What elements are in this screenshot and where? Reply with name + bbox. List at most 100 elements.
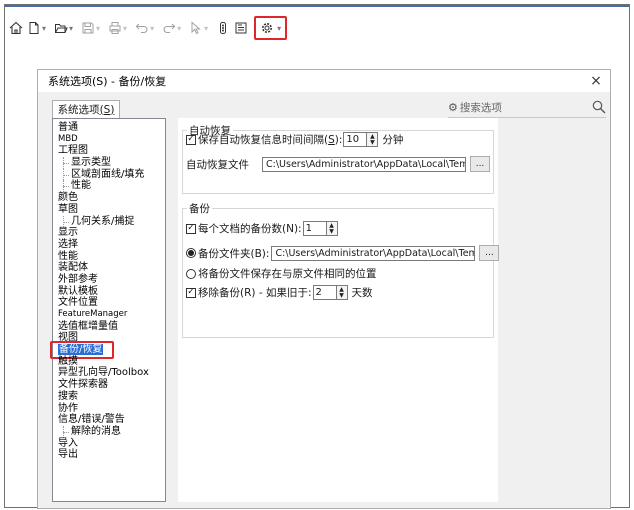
- backup-remove-row: ✓ 移除备份(R) - 如果旧于: 2 ▲ ▼ 天数: [186, 285, 373, 300]
- tree-item-label: 区域剖面线/填充: [71, 168, 145, 180]
- tree-item-label: MBD: [58, 133, 78, 144]
- tree-item[interactable]: 草图: [53, 204, 165, 216]
- tree-item[interactable]: FeatureManager: [53, 309, 165, 321]
- autorecover-interval-label-end: ):: [334, 133, 343, 146]
- spin-down-icon[interactable]: ▼: [370, 139, 375, 146]
- tree-item[interactable]: 协作: [53, 403, 165, 415]
- tree-item[interactable]: 默认模板: [53, 286, 165, 298]
- tree-item[interactable]: 装配体: [53, 262, 165, 274]
- backup-folder-path[interactable]: C:\Users\Administrator\AppData\Local\Tem…: [271, 245, 476, 261]
- home-button[interactable]: [7, 17, 25, 39]
- spin-down-icon[interactable]: ▼: [329, 228, 334, 235]
- tab-label: 系统选项: [57, 104, 100, 116]
- search-options-box[interactable]: ⚙ 搜索选项: [448, 98, 606, 116]
- tree-item[interactable]: 显示类型: [53, 157, 165, 169]
- autorecover-interval-unit: 分钟: [382, 134, 404, 146]
- redo-button[interactable]: ▾: [160, 17, 187, 39]
- home-icon: [9, 21, 23, 35]
- tree-item[interactable]: 性能: [53, 251, 165, 263]
- select-button[interactable]: ▾: [187, 17, 214, 39]
- chevron-down-icon[interactable]: ▾: [177, 24, 181, 33]
- undo-button[interactable]: ▾: [133, 17, 160, 39]
- tree-item[interactable]: 异型孔向导/Toolbox: [53, 367, 165, 379]
- backup-remove-label: 移除备份(R) - 如果旧于:: [198, 287, 312, 299]
- tree-item[interactable]: 视图: [53, 332, 165, 344]
- tab-system-options[interactable]: 系统选项 (S): [52, 100, 120, 118]
- tree-item[interactable]: 性能: [53, 180, 165, 192]
- backup-folder-radio[interactable]: [186, 248, 196, 258]
- tree-item-label: 默认模板: [58, 285, 98, 297]
- autorecover-interval-stepper[interactable]: 10 ▲ ▼: [343, 132, 379, 147]
- tree-item-label: 性能: [71, 180, 91, 192]
- backup-remove-stepper[interactable]: 2 ▲ ▼: [312, 285, 348, 300]
- backup-remove-value[interactable]: 2: [312, 285, 337, 300]
- backup-remove-checkbox[interactable]: ✓: [186, 287, 196, 298]
- printer-icon: [109, 22, 121, 34]
- spin-buttons[interactable]: ▲ ▼: [326, 221, 338, 236]
- tree-item[interactable]: 外部参考: [53, 274, 165, 286]
- standard-toolbar: ▾ ▾ ▾ ▾ ▾ ▾ ▾ ▾: [5, 15, 629, 41]
- tree-item-label: 协作: [58, 402, 78, 414]
- tree-item[interactable]: 普通: [53, 122, 165, 134]
- backup-same-location-radio[interactable]: [186, 268, 196, 279]
- autorecover-interval-checkbox[interactable]: ✓: [186, 134, 196, 145]
- tree-item[interactable]: 备份/恢复: [50, 341, 165, 360]
- tree-item[interactable]: 信息/错误/警告: [53, 414, 165, 426]
- backup-folder-browse-button[interactable]: ...: [479, 245, 500, 261]
- window-accent-line: [5, 5, 629, 7]
- tree-item-label: 普通: [58, 122, 78, 133]
- new-document-icon: [29, 22, 39, 34]
- autorecover-interval-value[interactable]: 10: [343, 132, 368, 147]
- chevron-down-icon[interactable]: ▾: [123, 24, 127, 33]
- chevron-down-icon[interactable]: ▾: [277, 24, 281, 33]
- tree-item[interactable]: MBD: [53, 134, 165, 146]
- backup-count-stepper[interactable]: 1 ▲ ▼: [302, 221, 338, 236]
- tree-item[interactable]: 显示: [53, 227, 165, 239]
- search-icon[interactable]: [592, 100, 606, 114]
- tree-item-label: 导入: [58, 437, 78, 449]
- options-button[interactable]: ▾: [254, 16, 288, 40]
- tree-item[interactable]: 区域剖面线/填充: [53, 168, 165, 181]
- tree-item[interactable]: 文件探索器: [53, 379, 165, 391]
- open-document-button[interactable]: ▾: [52, 17, 79, 39]
- autorecover-interval-mnemonic: S: [328, 133, 335, 146]
- print-button[interactable]: ▾: [106, 17, 133, 39]
- backup-count-label: 每个文档的备份数(N):: [198, 223, 302, 235]
- tree-item-label: 导出: [58, 449, 78, 461]
- tree-item[interactable]: 几何关系/捕捉: [53, 215, 165, 228]
- spin-buttons[interactable]: ▲ ▼: [336, 285, 348, 300]
- tree-item[interactable]: 导出: [53, 449, 165, 461]
- spin-down-icon[interactable]: ▼: [339, 292, 344, 299]
- chevron-down-icon[interactable]: ▾: [69, 24, 73, 33]
- tree-item[interactable]: 选值框增量值: [53, 321, 165, 333]
- chevron-down-icon[interactable]: ▾: [150, 24, 154, 33]
- chevron-down-icon[interactable]: ▾: [96, 24, 100, 33]
- tree-item-label: 装配体: [58, 262, 88, 274]
- autorecover-file-path[interactable]: C:\Users\Administrator\AppData\Local\Tem…: [262, 156, 466, 172]
- chevron-down-icon[interactable]: ▾: [42, 24, 46, 33]
- tree-item[interactable]: 解除的消息: [53, 425, 165, 438]
- search-input[interactable]: 搜索选项: [460, 100, 588, 115]
- close-icon[interactable]: ×: [588, 73, 604, 89]
- backup-count-value[interactable]: 1: [302, 221, 327, 236]
- tree-item[interactable]: 导入: [53, 438, 165, 450]
- tree-item[interactable]: 文件位置: [53, 297, 165, 309]
- tree-item[interactable]: 触摸: [53, 356, 165, 368]
- options-tree[interactable]: 普通 MBD 工程图 显示类型 区域剖面线/填充 性能 颜色 草图 几何关系/捕捉 显示 选择 性能装…: [50, 118, 166, 502]
- tree-item[interactable]: 工程图: [53, 145, 165, 157]
- autorecover-browse-button[interactable]: ...: [470, 156, 490, 172]
- tree-item[interactable]: 颜色: [53, 192, 165, 204]
- redo-icon: [163, 23, 176, 34]
- backup-count-checkbox[interactable]: ✓: [186, 223, 196, 234]
- tree-item[interactable]: 选择: [53, 239, 165, 251]
- rebuild-button[interactable]: [214, 17, 232, 39]
- tree-item-label: 显示类型: [71, 157, 111, 169]
- new-document-button[interactable]: ▾: [25, 17, 52, 39]
- file-properties-button[interactable]: [232, 17, 250, 39]
- spin-buttons[interactable]: ▲ ▼: [367, 132, 379, 147]
- dialog-title: 系统选项(S) - 备份/恢复: [48, 75, 167, 88]
- backup-same-location-label: 将备份文件保存在与原文件相同的位置: [198, 268, 377, 280]
- chevron-down-icon[interactable]: ▾: [204, 24, 208, 33]
- save-button[interactable]: ▾: [79, 17, 106, 39]
- tree-item[interactable]: 搜索: [53, 391, 165, 403]
